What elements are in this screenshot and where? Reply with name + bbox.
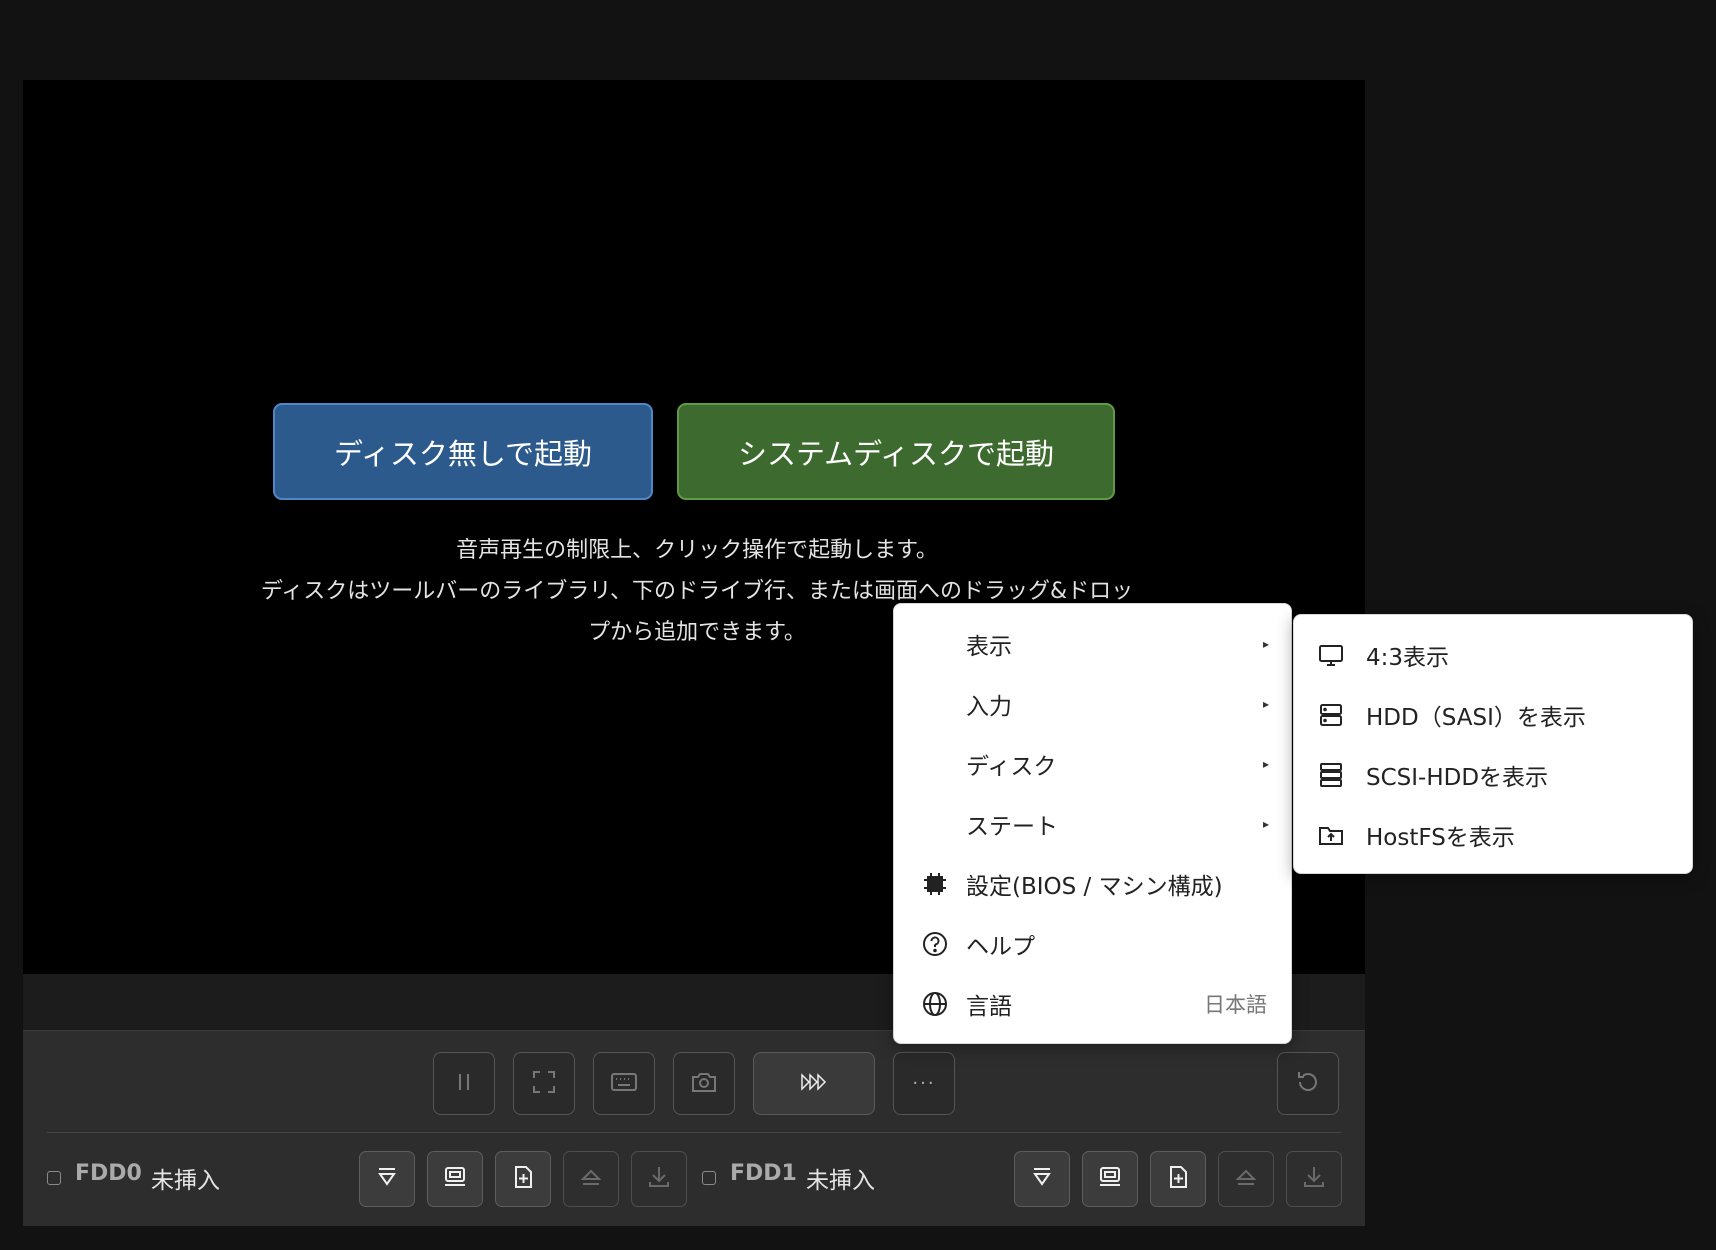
submenu-item-show-hdd-sasi[interactable]: HDD（SASI）を表示 bbox=[1294, 685, 1692, 745]
more-icon: ··· bbox=[912, 1073, 936, 1094]
download-icon bbox=[1301, 1164, 1327, 1194]
fullscreen-button[interactable] bbox=[513, 1052, 575, 1115]
submenu-arrow-icon: ▸ bbox=[1262, 817, 1269, 831]
pause-button[interactable] bbox=[433, 1052, 495, 1115]
fdd1-eject-button[interactable] bbox=[1218, 1151, 1274, 1207]
notice-line-1: 音声再生の制限上、クリック操作で起動します。 bbox=[456, 538, 938, 563]
chip-icon bbox=[920, 869, 950, 899]
submenu-item-show-scsi-hdd[interactable]: SCSI-HDDを表示 bbox=[1294, 745, 1692, 805]
server-stack-icon bbox=[1316, 760, 1346, 790]
floppy-drive-icon bbox=[1097, 1164, 1123, 1194]
file-plus-icon bbox=[1165, 1164, 1191, 1194]
menu-item-input[interactable]: 入力 ▸ bbox=[894, 674, 1291, 734]
fdd0-checkbox[interactable] bbox=[47, 1171, 61, 1185]
fdd1-status: 未挿入 bbox=[806, 1168, 875, 1194]
submenu-item-aspect-4-3[interactable]: 4:3表示 bbox=[1294, 625, 1692, 685]
display-submenu: 4:3表示 HDD（SASI）を表示 SCSI-HDDを表示 HostFSを表示 bbox=[1293, 614, 1693, 874]
reset-icon bbox=[1294, 1068, 1322, 1100]
download-icon bbox=[646, 1164, 672, 1194]
main-menu: 表示 ▸ 入力 ▸ ディスク ▸ ステート ▸ 設定(BIOS / マシン構成)… bbox=[893, 603, 1292, 1044]
fdd1-label: FDD1 bbox=[730, 1161, 797, 1186]
eject-icon bbox=[578, 1164, 604, 1194]
menu-item-display[interactable]: 表示 ▸ bbox=[894, 614, 1291, 674]
submenu-arrow-icon: ▸ bbox=[1262, 697, 1269, 711]
menu-item-help[interactable]: ヘルプ bbox=[894, 914, 1291, 974]
fdd1-drive-button[interactable] bbox=[1082, 1151, 1138, 1207]
hdd-icon bbox=[1316, 700, 1346, 730]
keyboard-icon bbox=[610, 1068, 638, 1100]
fast-forward-button[interactable] bbox=[753, 1052, 875, 1115]
pause-icon bbox=[450, 1068, 478, 1100]
language-value: 日本語 bbox=[1204, 993, 1267, 1017]
fdd1-library-button[interactable] bbox=[1014, 1151, 1070, 1207]
keyboard-button[interactable] bbox=[593, 1052, 655, 1115]
more-button[interactable]: ··· bbox=[893, 1052, 955, 1115]
submenu-arrow-icon: ▸ bbox=[1262, 637, 1269, 651]
boot-without-disk-button[interactable]: ディスク無しで起動 bbox=[273, 403, 653, 500]
fdd0-drive-button[interactable] bbox=[427, 1151, 483, 1207]
monitor-icon bbox=[1316, 640, 1346, 670]
fdd0-eject-button[interactable] bbox=[563, 1151, 619, 1207]
floppy-drive-icon bbox=[442, 1164, 468, 1194]
fdd0-status: 未挿入 bbox=[151, 1168, 220, 1194]
camera-icon bbox=[690, 1068, 718, 1100]
fast-forward-icon bbox=[797, 1068, 831, 1100]
fullscreen-icon bbox=[530, 1068, 558, 1100]
fdd0-library-button[interactable] bbox=[359, 1151, 415, 1207]
help-circle-icon bbox=[920, 929, 950, 959]
fdd0-new-disk-button[interactable] bbox=[495, 1151, 551, 1207]
menu-item-state[interactable]: ステート ▸ bbox=[894, 794, 1291, 854]
menu-item-language[interactable]: 言語 日本語 bbox=[894, 974, 1291, 1034]
fdd1-checkbox[interactable] bbox=[702, 1171, 716, 1185]
menu-item-disk[interactable]: ディスク ▸ bbox=[894, 734, 1291, 794]
control-toolbar: ··· FDD0 未挿入 FDD1 未挿入 bbox=[23, 1030, 1365, 1226]
reset-button[interactable] bbox=[1277, 1052, 1339, 1115]
fdd1-new-disk-button[interactable] bbox=[1150, 1151, 1206, 1207]
menu-item-settings[interactable]: 設定(BIOS / マシン構成) bbox=[894, 854, 1291, 914]
dropdown-triangle-icon bbox=[374, 1164, 400, 1194]
eject-icon bbox=[1233, 1164, 1259, 1194]
folder-upload-icon bbox=[1316, 820, 1346, 850]
screenshot-button[interactable] bbox=[673, 1052, 735, 1115]
globe-icon bbox=[920, 989, 950, 1019]
fdd1-download-button[interactable] bbox=[1286, 1151, 1342, 1207]
submenu-item-show-hostfs[interactable]: HostFSを表示 bbox=[1294, 805, 1692, 865]
fdd0-download-button[interactable] bbox=[631, 1151, 687, 1207]
toolbar-divider bbox=[47, 1132, 1341, 1133]
dropdown-triangle-icon bbox=[1029, 1164, 1055, 1194]
submenu-arrow-icon: ▸ bbox=[1262, 757, 1269, 771]
boot-system-disk-button[interactable]: システムディスクで起動 bbox=[677, 403, 1115, 500]
fdd0-label: FDD0 bbox=[75, 1161, 142, 1186]
file-plus-icon bbox=[510, 1164, 536, 1194]
